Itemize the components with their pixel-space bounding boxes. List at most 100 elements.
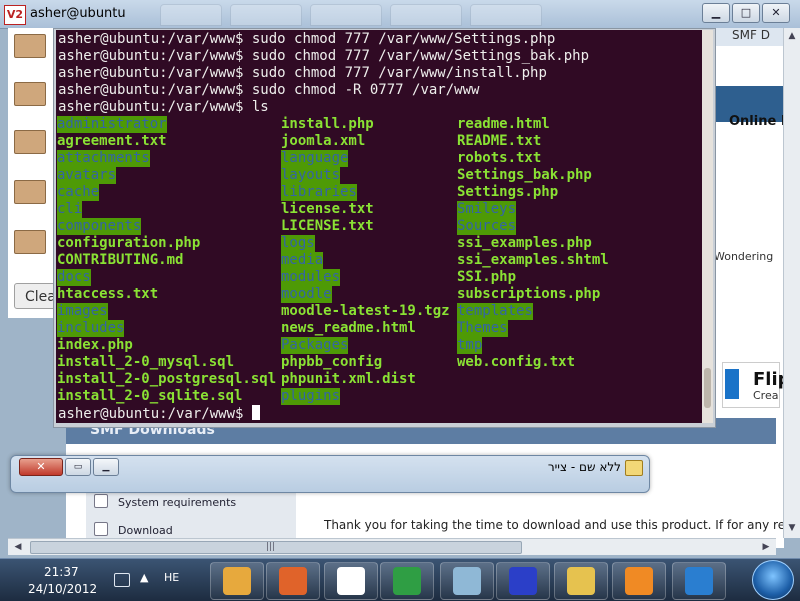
vnc-window-title: asher@ubuntu <box>30 6 126 21</box>
file-entry: LICENSE.txt <box>281 218 374 234</box>
list-item: 2 <box>10 78 62 118</box>
command-line: asher@ubuntu:/var/www$ sudo chmod 777 /v… <box>58 31 556 47</box>
language-indicator[interactable]: HE <box>164 571 179 584</box>
internet-explorer-icon <box>685 567 713 595</box>
file-entry: readme.html <box>457 116 550 132</box>
file-entry: install_2-0_postgresql.sql <box>57 371 277 387</box>
background-file-list <box>8 28 56 318</box>
taskbar-media-player-button[interactable] <box>612 562 666 600</box>
horizontal-scrollbar[interactable]: ◀ ||| ▶ <box>8 538 776 555</box>
chrome-icon <box>393 567 421 595</box>
directory-entry: images <box>57 303 108 320</box>
taskbar-explorer-button[interactable] <box>554 562 608 600</box>
vnc-icon <box>337 567 365 595</box>
clock-date[interactable]: 24/10/2012 <box>28 582 97 596</box>
start-button[interactable] <box>752 560 794 600</box>
close-button[interactable]: ✕ <box>762 3 790 23</box>
checkbox[interactable] <box>94 494 108 508</box>
media-player-icon <box>625 567 653 595</box>
file-entry: moodle-latest-19.tgz <box>281 303 450 319</box>
file-entry: install_2-0_mysql.sql <box>57 354 235 370</box>
file-entry: SSI.php <box>457 269 517 285</box>
taskbar-firefox-button[interactable] <box>266 562 320 600</box>
paint-window-title: ללא שם - צייר <box>547 460 621 474</box>
scroll-down-icon[interactable]: ▼ <box>786 522 798 534</box>
vertical-scrollbar[interactable]: ▲ ▼ <box>783 28 800 538</box>
taskbar-paint-button[interactable] <box>210 562 264 600</box>
command-line: asher@ubuntu:/var/www$ sudo chmod 777 /v… <box>58 48 590 64</box>
terminal-scroll-thumb[interactable] <box>704 368 711 408</box>
checkbox[interactable] <box>94 522 108 536</box>
taskbar-chrome-button[interactable] <box>380 562 434 600</box>
file-entry: Settings.php <box>457 184 559 200</box>
folder-icon <box>14 130 46 154</box>
folder-icon <box>14 82 46 106</box>
taskbar-vnc-button[interactable] <box>324 562 378 600</box>
directory-entry: Sources <box>457 218 517 235</box>
maximize-button[interactable]: □ <box>732 3 760 23</box>
network-icon[interactable] <box>114 573 130 587</box>
terminal[interactable]: asher@ubuntu:/var/www$ sudo chmod 777 /v… <box>56 30 702 423</box>
paint-window[interactable]: ✕ ▭ ▁ ללא שם - צייר <box>10 455 650 493</box>
minimize-button[interactable]: ▁ <box>702 3 730 23</box>
file-entry: README.txt <box>457 133 542 149</box>
explorer-icon <box>567 567 595 595</box>
file-entry: subscriptions.php <box>457 286 601 302</box>
directory-entry: cli <box>57 201 83 218</box>
paint-close-button[interactable]: ✕ <box>19 458 63 476</box>
directory-entry: logs <box>281 235 315 252</box>
flip-logo-icon <box>725 369 739 399</box>
taskbar-notepad-button[interactable] <box>440 562 494 600</box>
clock-time[interactable]: 21:37 <box>44 565 79 579</box>
taskbar-mremoteng-button[interactable] <box>496 562 550 600</box>
command-line: asher@ubuntu:/var/www$ sudo chmod 777 /v… <box>58 65 547 81</box>
directory-entry: media <box>281 252 324 269</box>
flip-ad[interactable]: Flip Crea <box>722 362 791 408</box>
scroll-right-icon[interactable]: ▶ <box>760 541 772 553</box>
scroll-up-icon[interactable]: ▲ <box>786 30 798 42</box>
list-item: N <box>10 176 63 216</box>
system-requirements-link[interactable]: System requirements <box>118 496 236 509</box>
scroll-left-icon[interactable]: ◀ <box>12 541 24 553</box>
file-entry: install_2-0_sqlite.sql <box>57 388 243 404</box>
list-item: 2 <box>10 226 62 266</box>
scroll-thumb[interactable]: ||| <box>30 541 522 554</box>
mremoteng-icon <box>509 567 537 595</box>
directory-entry: cache <box>57 184 100 201</box>
tray-expand-icon[interactable]: ▲ <box>140 571 148 584</box>
directory-entry: Packages <box>281 337 349 354</box>
directory-entry: libraries <box>281 184 357 201</box>
file-entry: web.config.txt <box>457 354 576 370</box>
file-entry: install.php <box>281 116 374 132</box>
file-entry: configuration.php <box>57 235 201 251</box>
directory-entry: Themes <box>457 320 508 337</box>
crea-label: Crea <box>753 389 779 402</box>
download-link[interactable]: Download <box>118 524 173 537</box>
notepad-icon <box>453 567 481 595</box>
directory-entry: Smileys <box>457 201 517 218</box>
wondering-text: Wondering <box>714 250 774 263</box>
directory-entry: avatars <box>57 167 117 184</box>
thanks-text: Thank you for taking the time to downloa… <box>324 518 800 532</box>
taskbar-internet-explorer-button[interactable] <box>672 562 726 600</box>
list-item: N <box>10 126 63 166</box>
vnc-titlebar: V2 asher@ubuntu ▁ □ ✕ <box>0 0 800 29</box>
firefox-icon <box>279 567 307 595</box>
folder-icon <box>14 180 46 204</box>
file-entry: htaccess.txt <box>57 286 159 302</box>
terminal-scrollbar[interactable] <box>702 30 713 423</box>
file-entry: Settings_bak.php <box>457 167 592 183</box>
paint-icon <box>223 567 251 595</box>
file-entry: news_readme.html <box>281 320 416 336</box>
paint-minimize-button[interactable]: ▁ <box>93 458 119 476</box>
current-prompt[interactable]: asher@ubuntu:/var/www$ <box>58 405 260 422</box>
cursor <box>251 405 260 420</box>
paint-app-icon <box>625 460 643 476</box>
directory-entry: language <box>281 150 349 167</box>
paint-restore-button[interactable]: ▭ <box>65 458 91 476</box>
directory-entry: tmp <box>457 337 483 354</box>
background-browser-tabs <box>160 4 680 26</box>
taskbar: 21:37 24/10/2012 ▲ HE <box>0 558 800 601</box>
folder-icon <box>14 34 46 58</box>
file-entry: phpbb_config <box>281 354 383 370</box>
